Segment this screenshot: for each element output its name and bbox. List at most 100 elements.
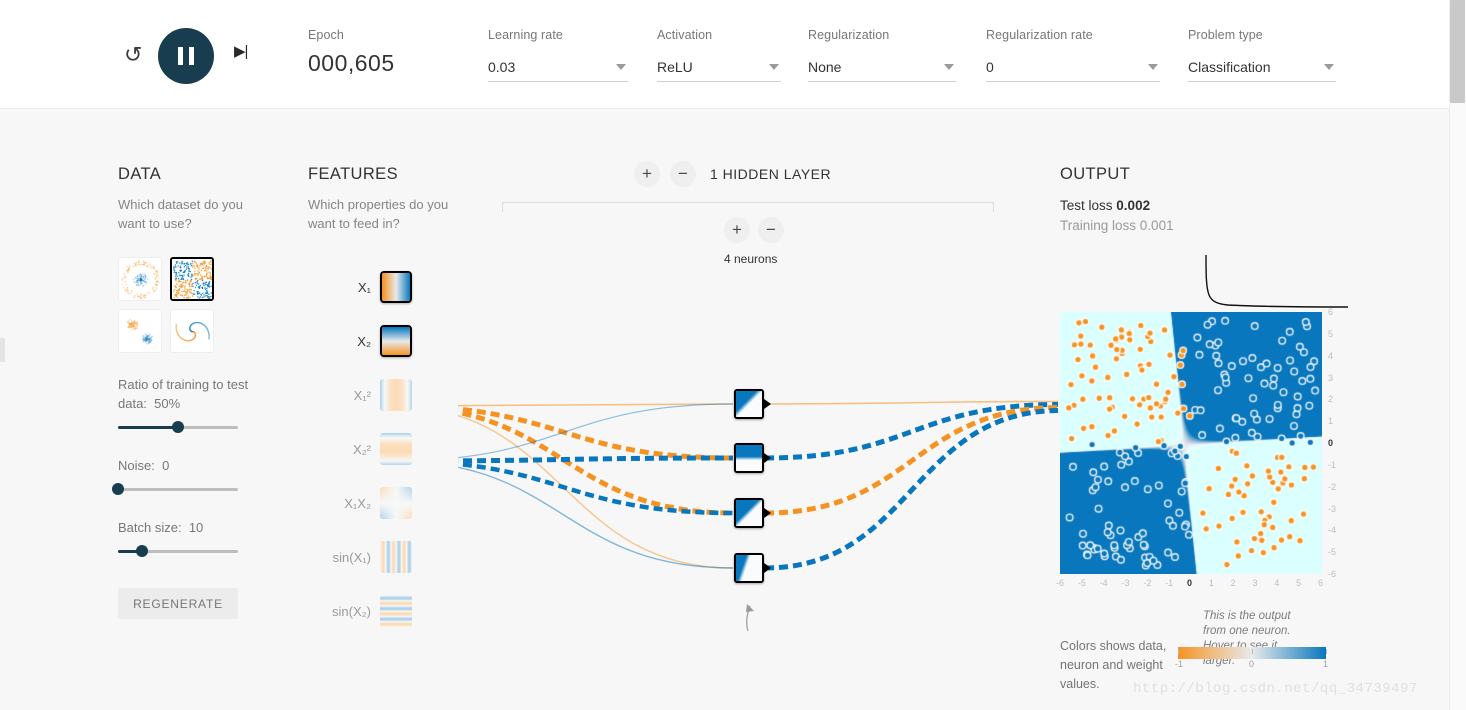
- neuron-controls: + −: [724, 217, 784, 243]
- feature-label: X₂: [357, 333, 371, 349]
- features-panel-title: FEATURES: [308, 165, 398, 183]
- x-tick-label: 3: [1252, 578, 1258, 588]
- y-tick-label: 1: [1328, 416, 1334, 427]
- chevron-down-icon: [616, 64, 626, 70]
- feature-thumbnail[interactable]: [380, 433, 412, 465]
- neuron-callout-text: This is the output from one neuron. Hove…: [1203, 610, 1291, 667]
- neuron-output-port: [764, 399, 771, 409]
- dataset-gauss[interactable]: [118, 309, 162, 353]
- y-tick-label: 3: [1328, 372, 1334, 383]
- regularization-rate-value: 0: [986, 59, 994, 75]
- noise-slider-block: Noise: 0: [112, 456, 258, 496]
- batch-size-slider[interactable]: [118, 544, 238, 558]
- feature-row-2[interactable]: X₁²: [308, 378, 412, 412]
- feature-thumbnail[interactable]: [380, 487, 412, 519]
- page-scrollbar[interactable]: [1449, 0, 1466, 710]
- feature-label: X₁X₂: [344, 495, 371, 511]
- batch-size-value: 10: [188, 520, 204, 535]
- activation-select[interactable]: Activation ReLU: [657, 28, 781, 82]
- hidden-neuron-4[interactable]: [734, 553, 764, 583]
- gradient-tick-label: 1: [1323, 659, 1329, 669]
- features-panel: FEATURES Which properties do you want to…: [308, 165, 458, 627]
- gradient-tick-label: 0: [1249, 659, 1255, 669]
- data-panel-title: DATA: [118, 165, 162, 183]
- noise-slider-knob[interactable]: [112, 483, 124, 495]
- ratio-slider[interactable]: [118, 420, 238, 434]
- regularization-select[interactable]: Regularization None: [808, 28, 956, 82]
- regenerate-button[interactable]: REGENERATE: [118, 588, 238, 619]
- feature-row-0[interactable]: X₁: [308, 270, 412, 304]
- problem-type-value: Classification: [1188, 59, 1271, 75]
- gradient-tick-mark: [1326, 649, 1327, 654]
- network-edge: [458, 414, 734, 569]
- batch-size-slider-block: Batch size: 10: [118, 518, 258, 558]
- layer-bracket: [502, 202, 994, 212]
- dataset-circle[interactable]: [118, 257, 162, 301]
- regularization-rate-select[interactable]: Regularization rate 0: [986, 28, 1160, 82]
- remove-neuron-button[interactable]: −: [758, 217, 784, 243]
- feature-row-5[interactable]: sin(X₁): [308, 540, 412, 574]
- output-heatmap[interactable]: [1060, 312, 1322, 574]
- gradient-tick-mark: [1252, 649, 1253, 654]
- gradient-tick-label: -1: [1175, 659, 1184, 669]
- chevron-down-icon: [944, 64, 954, 70]
- neuron-output-port: [764, 563, 771, 573]
- noise-slider[interactable]: [112, 482, 238, 496]
- learning-rate-select[interactable]: Learning rate 0.03: [488, 28, 628, 82]
- output-panel: OUTPUT Test loss 0.002 Training loss 0.0…: [1056, 165, 1350, 691]
- dataset-spiral[interactable]: [170, 309, 214, 353]
- y-tick-label: -2: [1328, 481, 1337, 492]
- hidden-neuron-2[interactable]: [734, 443, 764, 473]
- ratio-slider-knob[interactable]: [172, 421, 184, 433]
- ratio-label: Ratio of training to test data: 50%: [118, 377, 249, 411]
- pause-icon: [178, 47, 194, 65]
- ratio-slider-block: Ratio of training to test data: 50%: [118, 375, 258, 434]
- feature-label: X₁: [357, 279, 371, 295]
- step-forward-icon[interactable]: ▶|: [234, 44, 248, 59]
- header-bar: ↺ ▶| Epoch 000,605 Learning rate 0.03 Ac…: [0, 0, 1449, 109]
- network-edge: [458, 406, 734, 461]
- learning-rate-label: Learning rate: [488, 28, 563, 42]
- noise-label: Noise: 0: [118, 458, 170, 473]
- watermark-text: http://blog.csdn.net/qq_34739497: [1133, 681, 1418, 697]
- x-tick-label: -2: [1143, 578, 1152, 588]
- y-tick-label: -5: [1328, 547, 1337, 558]
- problem-type-select[interactable]: Problem type Classification: [1188, 28, 1336, 82]
- dataset-thumbnails: [118, 257, 258, 353]
- epoch-value: 000,605: [308, 50, 395, 76]
- regularization-value: None: [808, 59, 842, 75]
- hidden-neuron-1[interactable]: [734, 389, 764, 419]
- hidden-neuron-3[interactable]: [734, 498, 764, 528]
- training-loss: Training loss 0.001: [1060, 218, 1174, 233]
- reset-icon[interactable]: ↺: [124, 44, 142, 66]
- dataset-xor[interactable]: [170, 257, 214, 301]
- play-pause-button[interactable]: [158, 28, 214, 84]
- chevron-down-icon: [1324, 64, 1334, 70]
- feature-thumbnail[interactable]: [380, 325, 412, 357]
- remove-layer-button[interactable]: −: [670, 161, 696, 187]
- batch-size-label: Batch size: 10: [118, 520, 204, 535]
- y-tick-label: -3: [1328, 503, 1337, 514]
- feature-thumbnail[interactable]: [380, 379, 412, 411]
- network-diagram: + − 1 HIDDEN LAYER + − 4 neurons This is…: [458, 109, 1291, 710]
- y-tick-label: 5: [1328, 328, 1334, 339]
- x-tick-label: 6: [1318, 578, 1324, 588]
- batch-size-slider-knob[interactable]: [136, 545, 148, 557]
- feature-thumbnail[interactable]: [380, 541, 412, 573]
- feature-row-6[interactable]: sin(X₂): [308, 594, 412, 628]
- y-tick-label: 6: [1328, 307, 1334, 317]
- add-neuron-button[interactable]: +: [724, 217, 750, 243]
- scrollbar-thumb[interactable]: [1450, 0, 1465, 103]
- left-edge-marker: [0, 338, 5, 362]
- neuron-count-label: 4 neurons: [724, 252, 778, 266]
- data-panel-subtitle: Which dataset do you want to use?: [118, 197, 244, 231]
- x-tick-label: -5: [1077, 578, 1086, 588]
- loss-curve-chart: [1205, 254, 1348, 308]
- feature-row-4[interactable]: X₁X₂: [308, 486, 412, 520]
- feature-row-3[interactable]: X₂²: [308, 432, 412, 466]
- feature-thumbnail[interactable]: [380, 595, 412, 627]
- add-layer-button[interactable]: +: [634, 161, 660, 187]
- feature-thumbnail[interactable]: [380, 271, 412, 303]
- feature-row-1[interactable]: X₂: [308, 324, 412, 358]
- problem-type-label: Problem type: [1188, 28, 1263, 42]
